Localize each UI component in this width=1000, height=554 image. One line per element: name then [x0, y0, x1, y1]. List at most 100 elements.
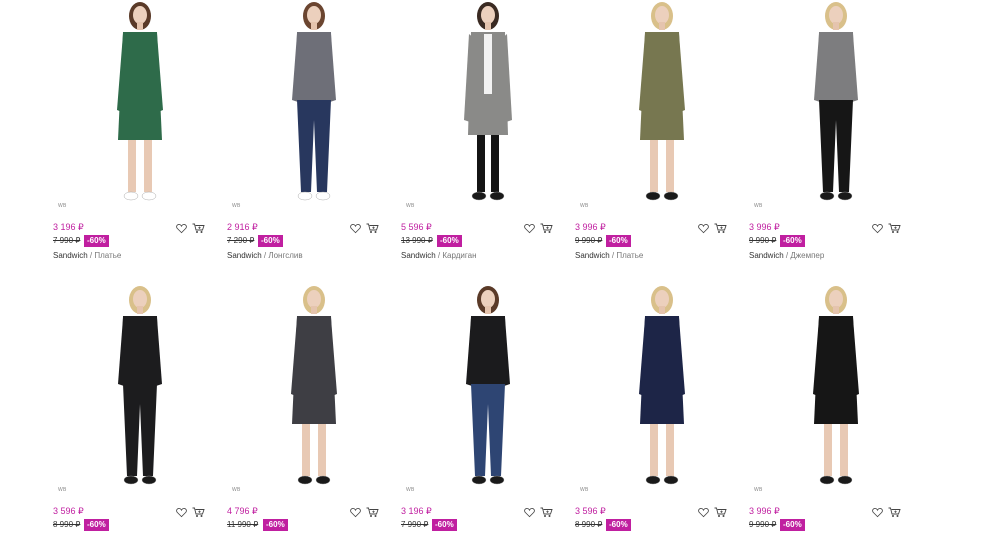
- model-figure: [292, 2, 336, 201]
- model-figure: [639, 2, 685, 201]
- discount-badge: -60%: [606, 519, 631, 531]
- model-figure: [814, 2, 858, 201]
- product-price: 3 196 ₽: [53, 222, 84, 232]
- product-image: [639, 286, 685, 485]
- wb-watermark: WB: [754, 203, 763, 209]
- cart-icon[interactable]: [540, 507, 553, 518]
- product-image: [117, 2, 163, 201]
- product-price: 3 596 ₽: [53, 506, 84, 516]
- heart-icon[interactable]: [176, 507, 187, 518]
- product-photo[interactable]: WB: [53, 0, 227, 214]
- product-title[interactable]: Sandwich / Платье: [53, 251, 121, 260]
- old-price: 7 990 ₽: [401, 520, 429, 529]
- model-figure: [639, 286, 685, 485]
- heart-icon[interactable]: [698, 223, 709, 234]
- product-grid: WB 3 196 ₽7 990 ₽ -60% Sandwich / Платье WB 2…: [0, 0, 1000, 544]
- model-figure: [291, 286, 337, 485]
- product-title[interactable]: Sandwich / Лонгслив: [227, 251, 303, 260]
- product-photo[interactable]: WB: [749, 284, 923, 498]
- old-price: 13 990 ₽: [401, 236, 433, 245]
- product-price: 2 916 ₽: [227, 222, 258, 232]
- product-photo[interactable]: WB: [227, 0, 401, 214]
- model-figure: [118, 286, 162, 485]
- product-card[interactable]: WB 3 996 ₽ 9 990 ₽ -60% Sandwich / Джемпер: [749, 0, 923, 270]
- product-price: 3 996 ₽: [749, 506, 780, 516]
- product-price: 5 596 ₽: [401, 222, 432, 232]
- cart-icon[interactable]: [366, 223, 379, 234]
- discount-badge: -60%: [437, 235, 462, 247]
- wb-watermark: WB: [232, 487, 241, 493]
- brand-name: Sandwich: [227, 251, 262, 260]
- product-card[interactable]: WB 3 596 ₽ 8 990 ₽ -60%: [575, 284, 749, 554]
- product-card[interactable]: WB 4 796 ₽ 11 990 ₽ -60%: [227, 284, 401, 554]
- cart-icon[interactable]: [540, 223, 553, 234]
- heart-icon[interactable]: [524, 507, 535, 518]
- product-card[interactable]: WB 2 916 ₽ 7 290 ₽ -60% Sandwich / Лонгслив: [227, 0, 401, 270]
- heart-icon[interactable]: [872, 223, 883, 234]
- old-price: 9 990 ₽: [575, 236, 603, 245]
- product-title[interactable]: Sandwich / Платье: [575, 251, 643, 260]
- product-card[interactable]: WB 3 196 ₽ 7 990 ₽ -60%: [401, 284, 575, 554]
- cart-icon[interactable]: [714, 507, 727, 518]
- brand-name: Sandwich: [749, 251, 784, 260]
- cart-icon[interactable]: [888, 223, 901, 234]
- category-name: Платье: [616, 251, 644, 260]
- cart-icon[interactable]: [366, 507, 379, 518]
- brand-name: Sandwich: [401, 251, 436, 260]
- discount-badge: -60%: [606, 235, 631, 247]
- product-title[interactable]: Sandwich / Кардиган: [401, 251, 476, 260]
- cart-icon[interactable]: [714, 223, 727, 234]
- old-price: 7 290 ₽: [227, 236, 255, 245]
- product-title[interactable]: Sandwich / Джемпер: [749, 251, 824, 260]
- wb-watermark: WB: [58, 203, 67, 209]
- discount-badge: -60%: [258, 235, 283, 247]
- cart-icon[interactable]: [192, 223, 205, 234]
- product-photo[interactable]: WB: [575, 284, 749, 498]
- product-image: [639, 2, 685, 201]
- discount-badge: -60%: [84, 235, 109, 247]
- product-photo[interactable]: WB: [227, 284, 401, 498]
- product-photo[interactable]: WB: [401, 284, 575, 498]
- cart-icon[interactable]: [888, 507, 901, 518]
- product-price: 3 996 ₽: [575, 222, 606, 232]
- old-price: 8 990 ₽: [575, 520, 603, 529]
- old-price: 8 990 ₽: [53, 520, 81, 529]
- product-photo[interactable]: WB: [749, 0, 923, 214]
- model-figure: [466, 286, 510, 485]
- discount-badge: -60%: [432, 519, 457, 531]
- product-image: [292, 2, 336, 201]
- heart-icon[interactable]: [350, 223, 361, 234]
- discount-badge: -60%: [780, 519, 805, 531]
- heart-icon[interactable]: [872, 507, 883, 518]
- product-card[interactable]: WB 3 596 ₽ 8 990 ₽ -60%: [53, 284, 227, 554]
- product-image: [464, 2, 512, 201]
- heart-icon[interactable]: [176, 223, 187, 234]
- model-figure: [464, 2, 512, 201]
- heart-icon[interactable]: [350, 507, 361, 518]
- product-price: 3 596 ₽: [575, 506, 606, 516]
- product-card[interactable]: WB 3 996 ₽ 9 990 ₽ -60% Sandwich / Платье: [575, 0, 749, 270]
- category-name: Джемпер: [790, 251, 825, 260]
- wb-watermark: WB: [406, 203, 415, 209]
- product-photo[interactable]: WB: [401, 0, 575, 214]
- heart-icon[interactable]: [524, 223, 535, 234]
- wb-watermark: WB: [406, 487, 415, 493]
- wb-watermark: WB: [58, 487, 67, 493]
- category-name: Лонгслив: [268, 251, 303, 260]
- product-card[interactable]: WB 5 596 ₽ 13 990 ₽ -60% Sandwich / Кардиган: [401, 0, 575, 270]
- product-image: [813, 286, 859, 485]
- product-card[interactable]: WB 3 196 ₽ 7 990 ₽ -60% Sandwich / Платье: [53, 0, 227, 270]
- old-price: 9 990 ₽: [749, 236, 777, 245]
- model-figure: [813, 286, 859, 485]
- category-name: Кардиган: [442, 251, 477, 260]
- product-card[interactable]: WB 3 996 ₽ 9 990 ₽ -60%: [749, 284, 923, 554]
- heart-icon[interactable]: [698, 507, 709, 518]
- model-figure: [117, 2, 163, 201]
- product-price: 3 996 ₽: [749, 222, 780, 232]
- brand-name: Sandwich: [53, 251, 88, 260]
- product-photo[interactable]: WB: [575, 0, 749, 214]
- cart-icon[interactable]: [192, 507, 205, 518]
- product-photo[interactable]: WB: [53, 284, 227, 498]
- discount-badge: -60%: [780, 235, 805, 247]
- old-price: 11 990 ₽: [227, 520, 259, 529]
